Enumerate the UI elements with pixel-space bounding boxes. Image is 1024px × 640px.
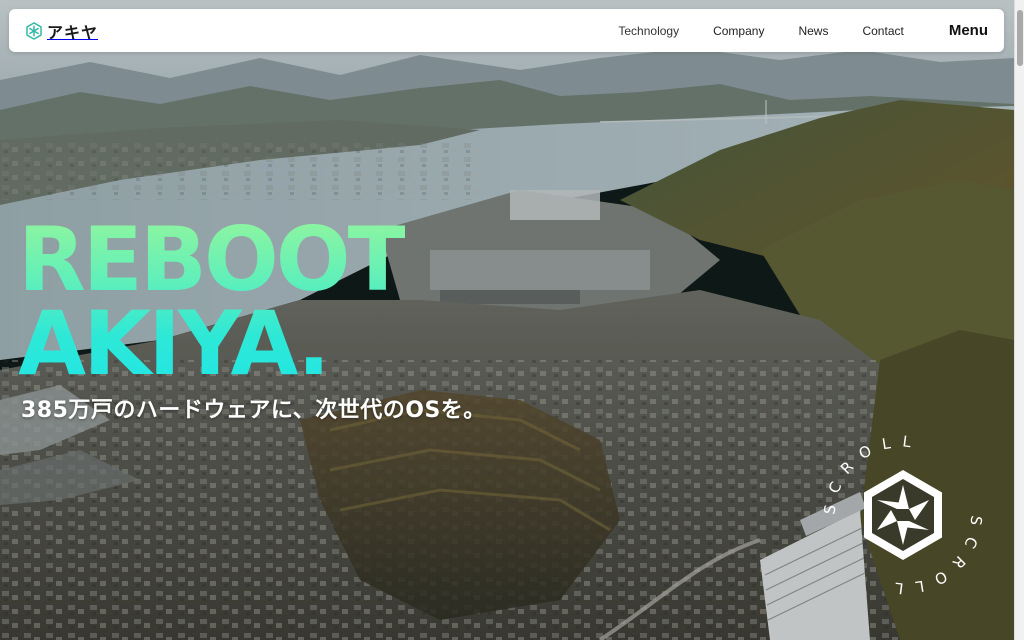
page: アキヤ Technology Company News Contact Menu… bbox=[0, 0, 1024, 640]
site-header: アキヤ Technology Company News Contact Menu bbox=[9, 9, 1004, 52]
hero-title-line-2: AKIYA. bbox=[18, 292, 328, 395]
menu-button[interactable]: Menu bbox=[949, 22, 988, 39]
hero-subtitle: 385万戸のハードウェアに、次世代のOSを。 bbox=[21, 398, 486, 423]
scrollbar-thumb[interactable] bbox=[1017, 10, 1023, 66]
snowflake-logo-icon bbox=[26, 21, 42, 40]
brand-name: アキヤ bbox=[47, 22, 99, 42]
scroll-indicator[interactable]: SCROLL SCROLL bbox=[818, 430, 988, 600]
page-scrollbar[interactable] bbox=[1014, 0, 1024, 640]
brand-logo-link[interactable]: アキヤ bbox=[25, 19, 98, 43]
nav-link-contact[interactable]: Contact bbox=[862, 24, 903, 38]
nav-link-news[interactable]: News bbox=[798, 24, 828, 38]
snowflake-scroll-icon bbox=[864, 470, 942, 560]
hero-title: REBOOT AKIYA. bbox=[18, 218, 405, 386]
main-nav: Technology Company News Contact bbox=[618, 24, 903, 38]
nav-link-technology[interactable]: Technology bbox=[618, 24, 679, 38]
nav-link-company[interactable]: Company bbox=[713, 24, 764, 38]
hero-title-line-1: REBOOT bbox=[18, 208, 405, 311]
